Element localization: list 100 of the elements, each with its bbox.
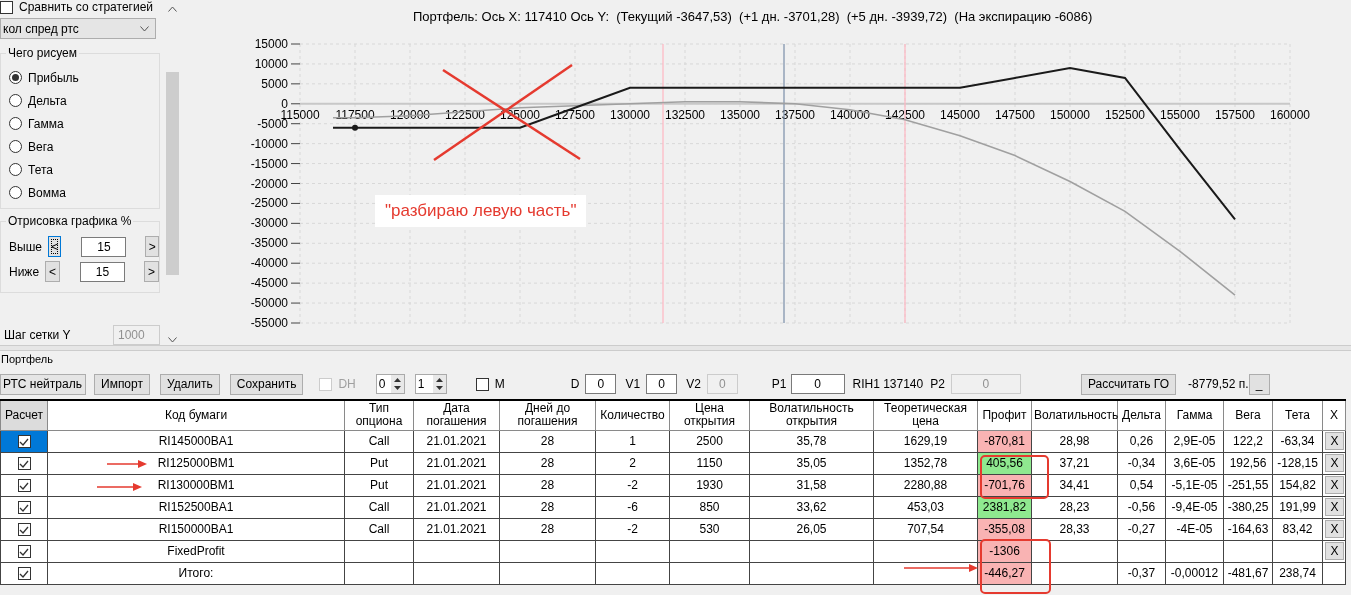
radio-label: Дельта — [28, 93, 67, 108]
checkbox-cell[interactable] — [0, 496, 48, 518]
increase-button[interactable]: > — [145, 236, 159, 257]
grid-step-label: Шаг сетки Y — [3, 328, 71, 342]
column-header[interactable]: Дельта — [1117, 400, 1166, 430]
y-tick-label: -40000 — [250, 256, 288, 271]
radio-button[interactable] — [9, 94, 22, 107]
column-header[interactable]: Вега — [1223, 400, 1273, 430]
remove-button[interactable]: X — [1325, 432, 1344, 450]
remove-button[interactable]: X — [1325, 454, 1344, 472]
group-title: Чего рисуем — [6, 46, 79, 60]
remove-button[interactable]: X — [1325, 498, 1344, 516]
toolbar-button[interactable]: Удалить — [159, 373, 220, 395]
pointer-arrow — [106, 460, 147, 468]
column-header[interactable]: Гамма — [1165, 400, 1224, 430]
chart-title: Портфель: Ось X: 117410 Ось Y: (Текущий -3647,53) (+1 дн. -3701,28) (+5 дн. -3939,72) (На экспирацию -6086) — [412, 7, 1094, 26]
x-tick-label: 155000 — [1160, 107, 1200, 122]
checkbox[interactable] — [17, 457, 31, 471]
column-header[interactable]: Тета — [1272, 400, 1323, 430]
y-tick-label: -55000 — [250, 316, 288, 330]
x-tick-label: 142500 — [885, 107, 925, 122]
radio-button[interactable] — [9, 71, 22, 84]
x-tick-label: 152500 — [1105, 107, 1145, 122]
checkbox-cell[interactable] — [0, 540, 48, 562]
checkbox-cell[interactable] — [0, 452, 48, 474]
x-tick-label: 132500 — [665, 107, 705, 122]
current-point — [352, 124, 358, 131]
column-header[interactable]: Профит — [977, 400, 1032, 430]
checkbox[interactable] — [17, 435, 31, 449]
toolbar-button[interactable]: Импорт — [94, 373, 150, 395]
column-header[interactable]: Количество — [595, 400, 670, 430]
spin-arrows-icon — [432, 375, 446, 393]
range-label: Ниже — [9, 264, 40, 279]
value-field[interactable]: 0 — [585, 374, 617, 394]
x-tick-label: 145000 — [940, 107, 980, 122]
column-header[interactable]: Волатильность открытия — [749, 400, 874, 430]
y-tick-label: 5000 — [261, 76, 288, 91]
radio-button[interactable] — [9, 117, 22, 130]
chevron-down-icon — [140, 25, 149, 32]
remove-button[interactable]: X — [1325, 520, 1344, 538]
checkbox-cell[interactable] — [0, 430, 48, 452]
checkbox-cell[interactable] — [0, 518, 48, 540]
checkbox[interactable] — [17, 545, 31, 559]
value-field[interactable]: 0 — [646, 374, 678, 394]
column-header[interactable]: Дней до погашения — [499, 400, 596, 430]
checkbox-cell[interactable] — [0, 474, 48, 496]
y-tick-label: -15000 — [250, 156, 288, 171]
number-spinner[interactable]: 0 — [375, 374, 405, 394]
column-header[interactable]: Цена открытия — [669, 400, 750, 430]
table-cell: RI145000BA1 — [47, 430, 345, 452]
checkbox[interactable] — [17, 523, 31, 537]
radio-label: Вега — [28, 139, 54, 154]
column-header[interactable]: Теоретическая цена — [873, 400, 978, 430]
column-header[interactable]: Расчет — [0, 400, 48, 430]
preset-select[interactable]: РТС нейтраль — [0, 373, 86, 395]
radio-label: Гамма — [28, 116, 64, 131]
highlight-frame — [980, 539, 1051, 594]
column-header[interactable]: Дата погашения — [413, 400, 500, 430]
checkbox[interactable] — [17, 567, 31, 581]
range-field[interactable]: 15 — [80, 261, 126, 282]
strategy-select[interactable]: кол спред ртс — [0, 18, 156, 39]
x-tick-label: 157500 — [1215, 107, 1255, 122]
value-field[interactable]: 0 — [790, 374, 845, 394]
x-tick-label: 135000 — [720, 107, 760, 122]
margin-value: -8779,52 п. — [1188, 377, 1249, 391]
column-header[interactable]: Волатильность — [1031, 400, 1118, 430]
scrollbar-thumb[interactable] — [166, 72, 179, 275]
toolbar-button[interactable]: Сохранить — [229, 373, 304, 395]
column-header[interactable]: X — [1322, 400, 1346, 430]
y-tick-label: -10000 — [250, 136, 288, 151]
y-tick-label: 10000 — [254, 56, 288, 71]
pointer-arrow — [96, 483, 142, 491]
calculate-button[interactable]: Рассчитать ГО — [1080, 373, 1177, 395]
radio-button[interactable] — [9, 186, 22, 199]
y-tick-label: 0 — [281, 96, 288, 111]
chevron-up-icon[interactable] — [168, 6, 177, 12]
checkbox-cell[interactable] — [0, 562, 48, 584]
chevron-down-icon[interactable] — [168, 337, 177, 343]
radio-button[interactable] — [9, 140, 22, 153]
number-spinner[interactable]: 1 — [414, 374, 447, 394]
x-tick-label: 122500 — [445, 107, 485, 122]
column-header[interactable]: Тип опциона — [344, 400, 414, 430]
table-cell: FixedProfit — [47, 540, 345, 562]
x-tick-label: 130000 — [610, 107, 650, 122]
spin-arrows-icon — [390, 375, 404, 393]
decrease-button[interactable]: < — [45, 261, 61, 282]
radio-button[interactable] — [9, 163, 22, 176]
column-header[interactable]: Код бумаги — [47, 400, 345, 430]
radio-label: Тета — [28, 162, 53, 177]
highlight-frame — [980, 455, 1049, 499]
checkbox[interactable] — [17, 501, 31, 515]
checkbox[interactable] — [17, 479, 31, 493]
checkbox[interactable] — [0, 0, 13, 14]
checkbox-label: M — [494, 377, 505, 391]
checkbox[interactable] — [475, 377, 489, 391]
minimize-button[interactable]: _ — [1248, 373, 1270, 395]
remove-button[interactable]: X — [1325, 542, 1344, 560]
remove-button[interactable]: X — [1325, 476, 1344, 494]
range-field[interactable]: 15 — [81, 236, 127, 257]
increase-button[interactable]: > — [144, 261, 159, 282]
